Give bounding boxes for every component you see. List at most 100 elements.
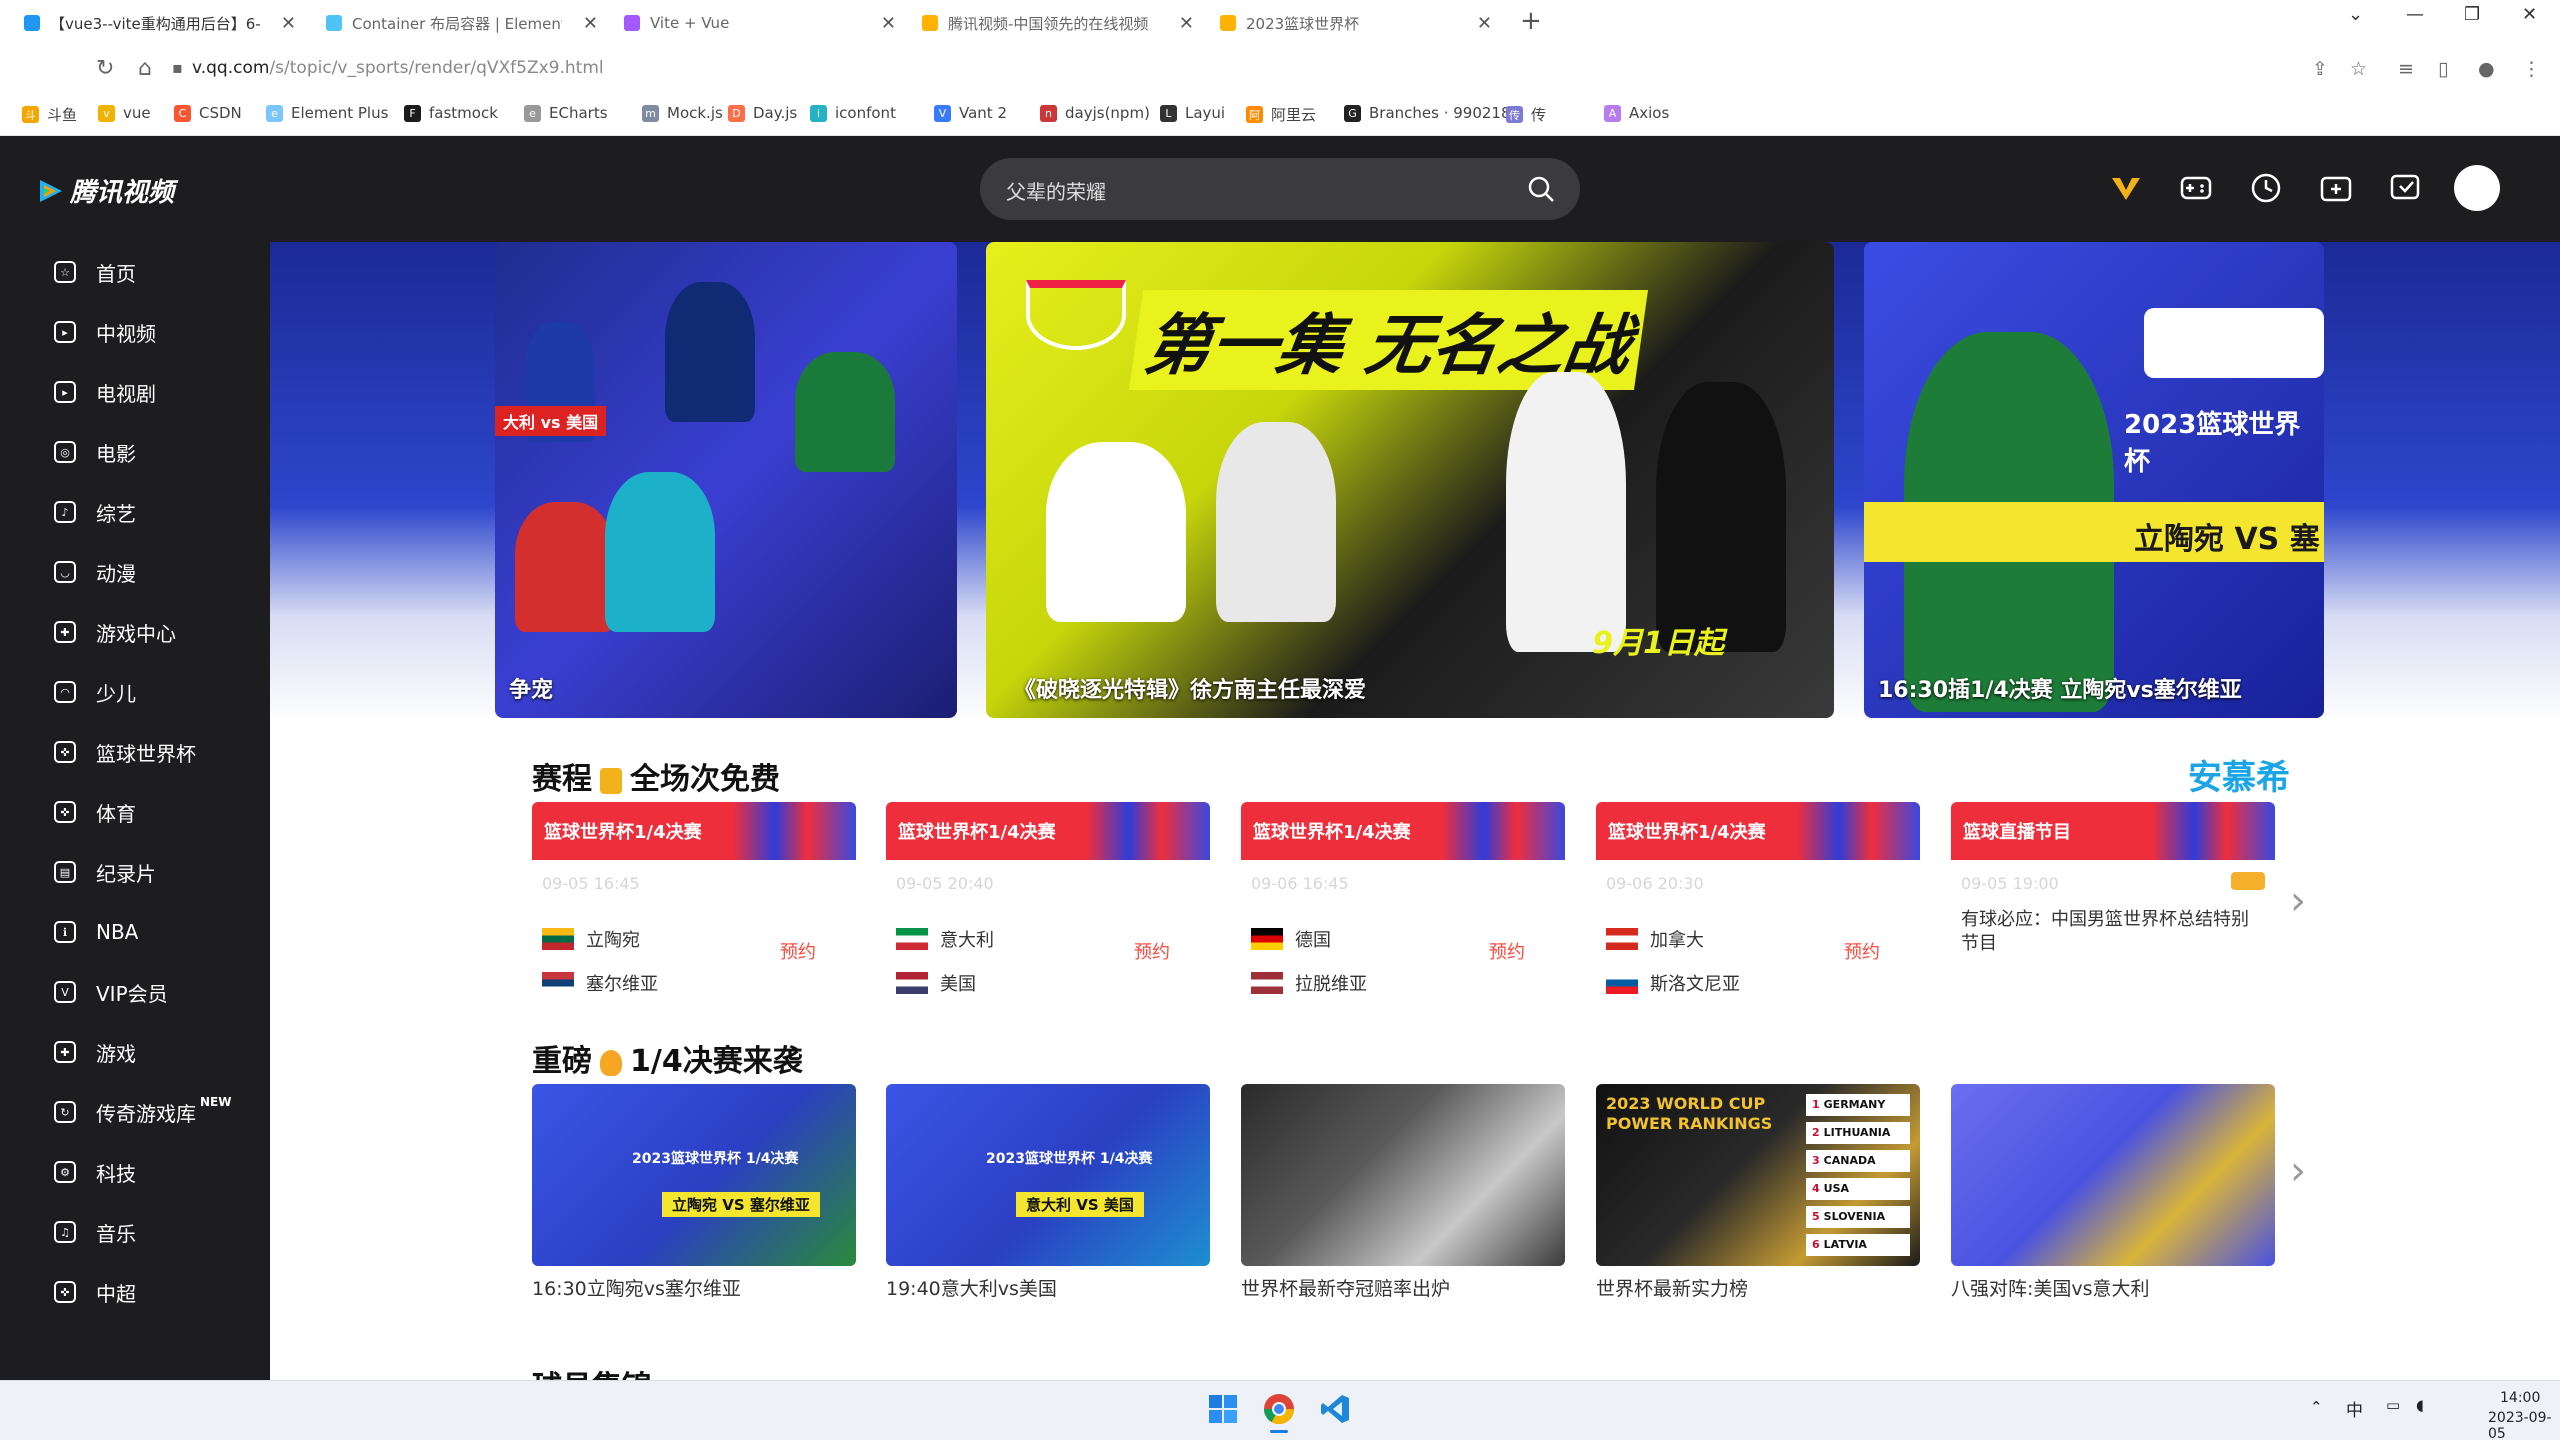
browser-tab[interactable]: 【vue3--vite重构通用后台】6- ✕	[24, 6, 296, 40]
bookmark-item[interactable]: 传传	[1506, 104, 1546, 125]
banner-3[interactable]: 2023篮球世界杯 立陶宛 VS 塞 16:30插1/4决赛 立陶宛vs塞尔维亚	[1864, 242, 2324, 718]
banner-2[interactable]: 第一集 无名之战 9月1日起 《破晓逐光特辑》徐方南主任最深爱	[986, 242, 1834, 718]
sidebar-item[interactable]: ↻ 传奇游戏库 NEW	[54, 1092, 231, 1132]
share-icon[interactable]: ⇪	[2312, 58, 2328, 80]
bookmark-item[interactable]: m Mock.js	[642, 104, 723, 122]
bookmark-item[interactable]: n dayjs(npm)	[1040, 104, 1150, 122]
bookmark-item[interactable]: Ffastmock	[404, 104, 498, 122]
video-card[interactable]: 八强对阵:美国vs意大利	[1951, 1084, 2275, 1301]
close-tab-icon[interactable]: ✕	[281, 13, 296, 34]
url-field[interactable]: v.qq.com/s/topic/v_sports/render/qVXf5Zx…	[192, 58, 604, 78]
video-title[interactable]: 世界杯最新实力榜	[1596, 1274, 1920, 1301]
home-icon[interactable]: ⌂	[138, 56, 152, 81]
sidebar-item[interactable]: ✚ 游戏中心	[54, 612, 176, 652]
schedule-next-arrow-icon[interactable]: ›	[2290, 878, 2306, 924]
sidebar-item[interactable]: ◡ 动漫	[54, 552, 136, 592]
vscode-icon[interactable]	[1318, 1392, 1352, 1426]
upload-icon[interactable]	[2318, 170, 2354, 206]
minimize-button[interactable]: —	[2406, 4, 2424, 25]
sponsor-logo[interactable]: 安慕希	[2188, 750, 2290, 799]
browser-tab[interactable]: 腾讯视频-中国领先的在线视频 ✕	[922, 6, 1194, 40]
maximize-button[interactable]: ❐	[2464, 4, 2480, 25]
chrome-icon[interactable]	[1262, 1392, 1296, 1426]
volume-icon[interactable]: ◖	[2416, 1396, 2424, 1414]
clock-time[interactable]: 14:00	[2500, 1390, 2540, 1406]
bookmark-star-icon[interactable]: ☆	[2350, 58, 2367, 80]
sidebar-item[interactable]: ◎ 电影	[54, 432, 136, 472]
bookmark-item[interactable]: A Axios	[1604, 104, 1669, 122]
network-icon[interactable]: ▭	[2386, 1396, 2400, 1414]
side-panel-icon[interactable]: ▯	[2438, 58, 2448, 80]
sidebar-item[interactable]: ♫ 音乐	[54, 1212, 136, 1252]
sidebar-item[interactable]: ▸ 电视剧	[54, 372, 156, 412]
new-tab-button[interactable]: +	[1520, 6, 1542, 36]
site-info-icon[interactable]: ▪	[172, 58, 183, 77]
video-thumbnail[interactable]: 2023 WORLD CUP POWER RANKINGS 1 GERMANY 2 LI…	[1596, 1084, 1920, 1266]
search-icon[interactable]	[1526, 174, 1556, 204]
sidebar-item[interactable]: ♪ 综艺	[54, 492, 136, 532]
tray-overflow-icon[interactable]: ⌃	[2310, 1398, 2323, 1416]
sidebar-item[interactable]: ℹ NBA	[54, 912, 138, 952]
search-box[interactable]: 父辈的荣耀	[980, 158, 1580, 220]
browser-tab[interactable]: Container 布局容器 | Element ✕	[326, 6, 598, 40]
bookmark-item[interactable]: e Element Plus	[266, 104, 388, 122]
sidebar-item[interactable]: ☆ 首页	[54, 252, 136, 292]
bookmark-item[interactable]: V Vant 2	[934, 104, 1007, 122]
ime-indicator[interactable]: 中	[2346, 1396, 2363, 1421]
reading-list-icon[interactable]: ≡	[2398, 58, 2414, 80]
sidebar-item[interactable]: ⚙ 科技	[54, 1152, 136, 1192]
video-card[interactable]: 2023 WORLD CUP POWER RANKINGS 1 GERMANY 2 LI…	[1596, 1084, 1920, 1301]
video-card[interactable]: 2023篮球世界杯 1/4决赛 立陶宛 VS 塞尔维亚 16:30立陶宛vs塞尔维亚	[532, 1084, 856, 1301]
browser-menu-icon[interactable]: ⋮	[2522, 58, 2541, 80]
reload-icon[interactable]: ↻	[96, 56, 114, 81]
bookmark-item[interactable]: D Day.js	[728, 104, 797, 122]
highlights-next-arrow-icon[interactable]: ›	[2290, 1148, 2306, 1194]
sidebar-item[interactable]: ▤ 纪录片	[54, 852, 156, 892]
video-thumbnail[interactable]: 2023篮球世界杯 1/4决赛 意大利 VS 美国	[886, 1084, 1210, 1266]
bookmark-item[interactable]: 斗斗鱼	[22, 104, 77, 125]
vip-icon[interactable]	[2108, 170, 2144, 206]
video-title[interactable]: 19:40意大利vs美国	[886, 1274, 1210, 1301]
bookmark-item[interactable]: i iconfont	[810, 104, 896, 122]
tab-search-icon[interactable]: ⌄	[2348, 4, 2363, 25]
schedule-card[interactable]: 篮球世界杯1/4决赛 09-05 20:40 意大利 美国 预约	[886, 802, 1210, 1038]
close-tab-icon[interactable]: ✕	[881, 13, 896, 34]
bookmark-item[interactable]: e ECharts	[524, 104, 608, 122]
reserve-button[interactable]: 预约	[1489, 938, 1525, 964]
browser-tab[interactable]: Vite + Vue ✕	[624, 6, 896, 40]
game-icon[interactable]	[2178, 170, 2214, 206]
windows-start-icon[interactable]	[1206, 1392, 1240, 1426]
bookmark-item[interactable]: 阿阿里云	[1246, 104, 1316, 125]
video-title[interactable]: 八强对阵:美国vs意大利	[1951, 1274, 2275, 1301]
video-thumbnail[interactable]: 2023篮球世界杯 1/4决赛 立陶宛 VS 塞尔维亚	[532, 1084, 856, 1266]
video-title[interactable]: 16:30立陶宛vs塞尔维亚	[532, 1274, 856, 1301]
history-icon[interactable]	[2248, 170, 2284, 206]
avatar[interactable]	[2454, 165, 2500, 211]
close-tab-icon[interactable]: ✕	[583, 13, 598, 34]
site-logo[interactable]: 腾讯视频	[36, 172, 174, 209]
sidebar-item[interactable]: ✚ 游戏	[54, 1032, 136, 1072]
video-title[interactable]: 世界杯最新夺冠赔率出炉	[1241, 1274, 1565, 1301]
sidebar-item[interactable]: ✜ 中超	[54, 1272, 136, 1312]
video-card[interactable]: 2023篮球世界杯 1/4决赛 意大利 VS 美国 19:40意大利vs美国	[886, 1084, 1210, 1301]
bookmark-item[interactable]: v vue	[98, 104, 151, 122]
sidebar-item[interactable]: ◠ 少儿	[54, 672, 136, 712]
close-tab-icon[interactable]: ✕	[1179, 13, 1194, 34]
schedule-card[interactable]: 篮球直播节目 09-05 19:00 有球必应：中国男篮世界杯总结特别节目	[1951, 802, 2275, 1038]
search-input[interactable]: 父辈的荣耀	[1006, 176, 1106, 205]
sidebar-item[interactable]: V VIP会员	[54, 972, 168, 1012]
browser-tab[interactable]: 2023篮球世界杯 ✕	[1220, 6, 1492, 40]
sidebar-item[interactable]: ✜ 体育	[54, 792, 136, 832]
reserve-button[interactable]: 预约	[780, 938, 816, 964]
reserve-button[interactable]: 预约	[1134, 938, 1170, 964]
banner-1[interactable]: 大利 vs 美国 争宠	[495, 242, 957, 718]
schedule-card[interactable]: 篮球世界杯1/4决赛 09-06 20:30 加拿大 斯洛文尼亚 预约	[1596, 802, 1920, 1038]
bookmark-item[interactable]: G Branches · 990218...	[1344, 104, 1525, 122]
close-tab-icon[interactable]: ✕	[1477, 13, 1492, 34]
schedule-card[interactable]: 篮球世界杯1/4决赛 09-06 16:45 德国 拉脱维亚 预约	[1241, 802, 1565, 1038]
video-thumbnail[interactable]	[1241, 1084, 1565, 1266]
bookmark-item[interactable]: C CSDN	[174, 104, 242, 122]
video-card[interactable]: 世界杯最新夺冠赔率出炉	[1241, 1084, 1565, 1301]
video-thumbnail[interactable]	[1951, 1084, 2275, 1266]
sidebar-item[interactable]: ✜ 篮球世界杯	[54, 732, 196, 772]
